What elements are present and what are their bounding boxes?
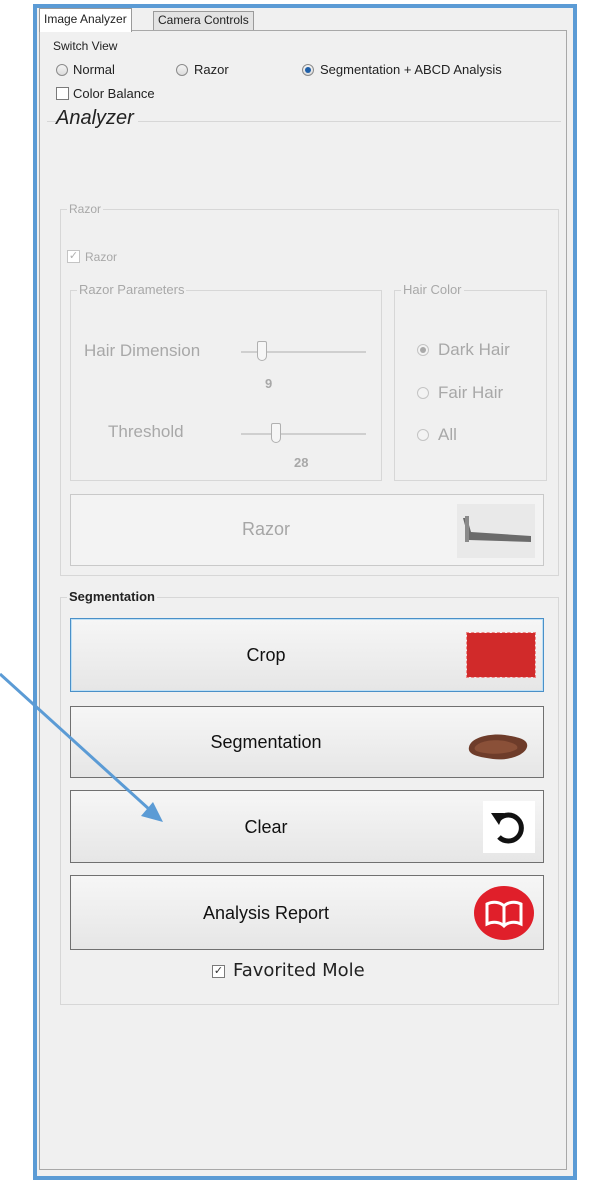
image-analyzer-page: Switch View Normal Razor Segmentation + … [39,30,567,1170]
razor-parameters-label: Razor Parameters [77,282,187,297]
threshold-value: 28 [294,455,309,470]
favorited-mole-checkbox[interactable]: ✓ [212,965,225,978]
book-icon [473,882,535,944]
razor-group: Razor ✓ Razor Razor Parameters Hair Dime… [60,202,559,576]
radio-all-label: All [438,425,457,444]
annotation-arrow [0,672,163,822]
razor-icon [457,504,535,558]
tab-strip: Image Analyzer Camera Controls [37,8,573,32]
razor-checkbox-label: Razor [85,250,118,264]
undo-icon [483,801,535,853]
analyzer-window: Image Analyzer Camera Controls Switch Vi… [33,4,577,1180]
razor-button[interactable]: Razor [70,494,544,566]
radio-segmentation-abcd[interactable] [302,64,314,76]
crop-icon [466,632,536,678]
radio-all[interactable] [417,429,429,441]
razor-group-label: Razor [67,202,104,216]
color-balance-checkbox[interactable] [56,87,69,100]
tab-image-analyzer[interactable]: Image Analyzer [39,8,132,32]
radio-normal-label: Normal [73,62,115,77]
analysis-report-button-label: Analysis Report [202,903,330,923]
hair-dimension-slider[interactable] [257,341,267,361]
radio-segmentation-abcd-label: Segmentation + ABCD Analysis [320,62,502,77]
radio-razor[interactable] [176,64,188,76]
segmentation-group-label: Segmentation [67,589,157,604]
radio-fair-hair-label: Fair Hair [438,383,504,402]
threshold-track [241,433,366,435]
tab-camera-controls[interactable]: Camera Controls [153,11,254,30]
analyzer-title: Analyzer [56,107,138,130]
hair-dimension-label: Hair Dimension [84,341,201,360]
threshold-label: Threshold [108,422,184,441]
mole-icon [461,717,535,771]
radio-fair-hair[interactable] [417,387,429,399]
radio-dark-hair[interactable] [417,344,429,356]
hair-color-group: Hair Color Dark Hair Fair Hair All [394,283,547,481]
hair-dimension-value: 9 [265,376,273,391]
razor-checkbox[interactable]: ✓ [67,250,80,263]
color-balance-label: Color Balance [73,86,155,101]
threshold-slider[interactable] [271,423,281,443]
radio-razor-label: Razor [194,62,229,77]
razor-parameters-group: Razor Parameters Hair Dimension 9 Thresh… [70,283,382,481]
radio-normal[interactable] [56,64,68,76]
razor-button-label: Razor [241,519,290,539]
hair-color-label: Hair Color [401,282,464,297]
radio-dark-hair-label: Dark Hair [438,340,510,359]
analysis-report-button[interactable]: Analysis Report [70,875,544,950]
switch-view-label: Switch View [53,39,118,53]
favorited-mole-label: Favorited Mole [233,960,365,981]
